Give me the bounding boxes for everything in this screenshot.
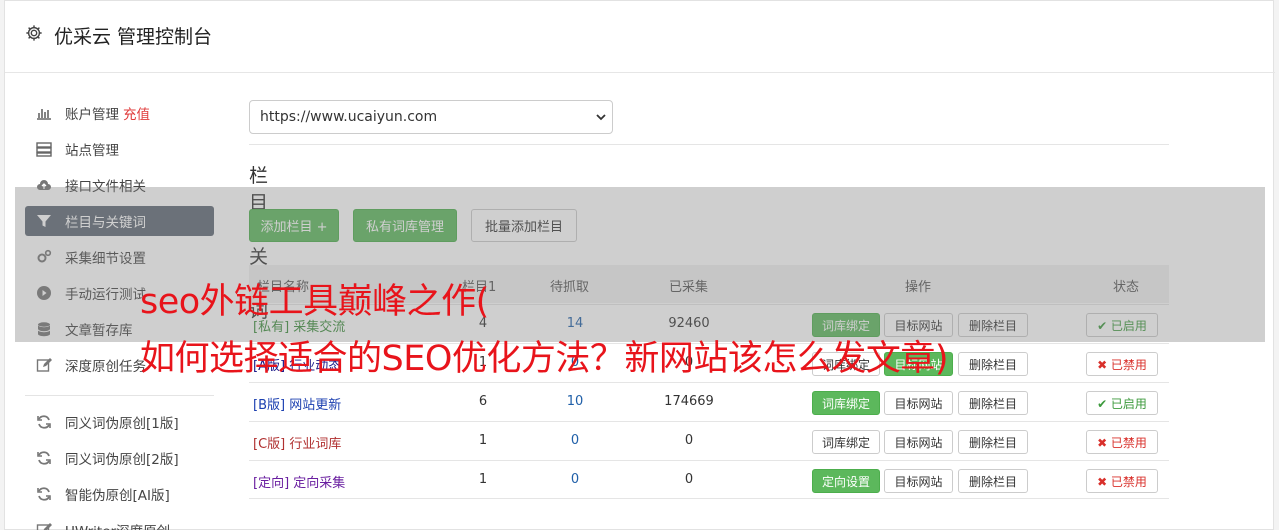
sidebar-item-label: 同义词伪原创[2版]: [65, 452, 179, 468]
table-row: [定向] 定向采集 1 0 0 定向设置 目标网站 删除栏目 ✖ 已禁用: [249, 460, 1169, 499]
column-name-link[interactable]: [B版] 网站更新: [253, 394, 341, 413]
sidebar-item-label: UWriter深度原创: [65, 520, 170, 530]
overlay-title-line-1: seo外链工具巅峰之作(: [140, 282, 489, 322]
delete-column-button[interactable]: 删除栏目: [958, 391, 1028, 415]
bind-lexicon-button[interactable]: 词库绑定: [812, 430, 880, 454]
target-site-button[interactable]: 目标网站: [884, 391, 953, 415]
target-site-button[interactable]: 目标网站: [884, 469, 953, 493]
collected-count: 0: [684, 433, 694, 448]
sidebar-item-label: 深度原创任务: [65, 359, 146, 375]
table-row: [B版] 网站更新 6 10 174669 词库绑定 目标网站 删除栏目 ✔ 已…: [249, 382, 1169, 421]
pending-count[interactable]: 0: [545, 433, 605, 448]
sidebar-item-label: 智能伪原创[AI版]: [65, 488, 170, 504]
sidebar-divider: [25, 395, 214, 396]
sidebar-item-synonym-v1[interactable]: 同义词伪原创[1版]: [25, 407, 214, 437]
table-bottom-border: [249, 498, 1169, 499]
target-site-button[interactable]: 目标网站: [884, 430, 953, 454]
status-toggle[interactable]: ✖ 已禁用: [1086, 352, 1158, 376]
recharge-link[interactable]: 充值: [123, 107, 150, 123]
sidebar-item-sites[interactable]: 站点管理: [25, 134, 214, 164]
direct-settings-button[interactable]: 定向设置: [812, 469, 880, 493]
overlay-title-line-2: 如何选择适合的SEO优化方法？新网站该怎么发文章): [140, 339, 949, 379]
bar-chart-icon: [37, 109, 51, 120]
refresh-icon: [37, 415, 51, 429]
site-select-value: https://www.ucaiyun.com: [260, 109, 438, 125]
edit-icon: [36, 523, 52, 530]
delete-column-button[interactable]: 删除栏目: [958, 469, 1028, 493]
refresh-icon: [37, 451, 51, 465]
columns-count: 6: [478, 394, 488, 409]
server-icon: [36, 142, 52, 157]
delete-column-button[interactable]: 删除栏目: [958, 430, 1028, 454]
page-header: 优采云 管理控制台: [5, 1, 1275, 73]
collected-count: 0: [684, 472, 694, 487]
columns-count: 1: [478, 472, 488, 487]
pending-count[interactable]: 0: [545, 472, 605, 487]
status-toggle[interactable]: ✖ 已禁用: [1086, 469, 1158, 493]
pending-count[interactable]: 10: [545, 394, 605, 409]
gear-icon: [26, 25, 42, 41]
columns-count: 1: [478, 433, 488, 448]
sidebar-item-ai-rewrite[interactable]: 智能伪原创[AI版]: [25, 479, 214, 509]
divider: [249, 144, 1169, 145]
refresh-icon: [37, 487, 51, 501]
page-title: 优采云 管理控制台: [54, 26, 213, 48]
status-toggle[interactable]: ✔ 已启用: [1086, 391, 1158, 415]
edit-icon: [36, 358, 52, 372]
column-name-link[interactable]: [C版] 行业词库: [253, 433, 341, 452]
sidebar-item-account[interactable]: 账户管理 充值: [25, 98, 214, 128]
chevron-down-icon: [596, 114, 606, 121]
sidebar-item-uwriter[interactable]: UWriter深度原创: [25, 515, 214, 530]
bind-lexicon-button[interactable]: 词库绑定: [812, 391, 880, 415]
sidebar-item-label: 同义词伪原创[1版]: [65, 416, 179, 432]
sidebar-item-label: 站点管理: [65, 143, 119, 159]
site-select[interactable]: https://www.ucaiyun.com: [249, 100, 613, 134]
delete-column-button[interactable]: 删除栏目: [958, 352, 1028, 376]
collected-count: 174669: [664, 394, 714, 409]
sidebar-item-label: 账户管理: [65, 107, 119, 123]
table-row: [C版] 行业词库 1 0 0 词库绑定 目标网站 删除栏目 ✖ 已禁用: [249, 421, 1169, 460]
sidebar-item-synonym-v2[interactable]: 同义词伪原创[2版]: [25, 443, 214, 473]
status-toggle[interactable]: ✖ 已禁用: [1086, 430, 1158, 454]
column-name-link[interactable]: [定向] 定向采集: [253, 472, 345, 491]
